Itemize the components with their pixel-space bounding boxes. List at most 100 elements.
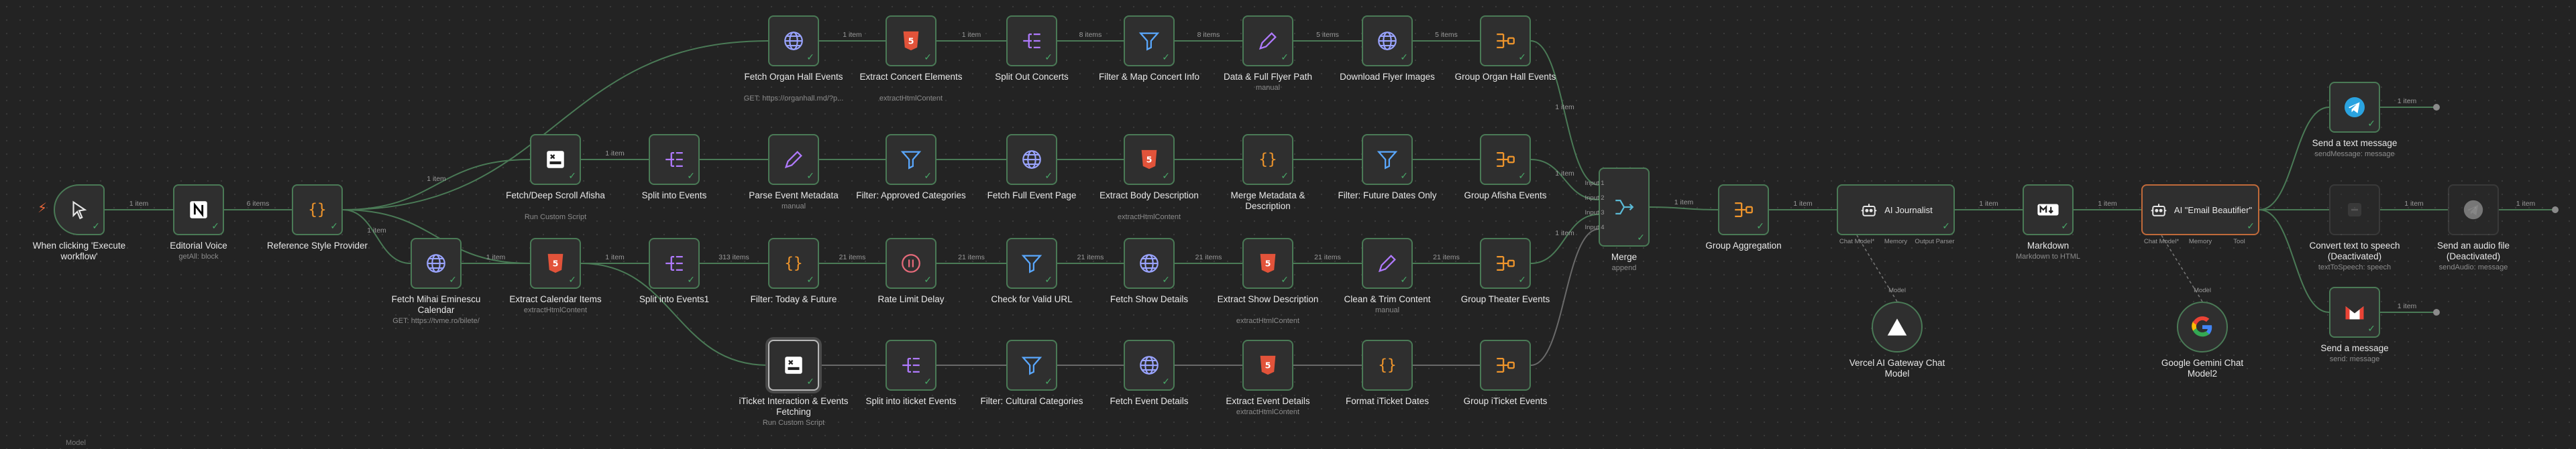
extract-show-node[interactable]: 5 ✓ — [1242, 238, 1293, 289]
trigger-node[interactable]: ✓ — [54, 184, 105, 235]
success-check-icon: ✓ — [2247, 220, 2255, 231]
edge-item-count: 1 item — [2397, 97, 2417, 105]
success-check-icon: ✓ — [568, 170, 576, 181]
group-afisha-node[interactable]: ✓ — [1480, 134, 1531, 185]
data-flyer-node[interactable]: ✓ — [1242, 15, 1293, 66]
node-subtitle: sendMessage: message — [2314, 150, 2395, 158]
split-events-node[interactable]: ✓ — [649, 134, 700, 185]
edge-item-count: 1 item — [2397, 302, 2417, 310]
svg-text:5: 5 — [1146, 155, 1152, 165]
edge-item-count: 1 item — [1555, 170, 1574, 178]
split-events1-node[interactable]: ✓ — [649, 238, 700, 289]
node-subtitle: extractHtmlContent — [1117, 213, 1181, 221]
svg-text:{}: {} — [308, 201, 326, 218]
iticket-node[interactable]: ✓ — [768, 340, 819, 391]
extract-calendar-node[interactable]: 5 ✓ — [530, 238, 581, 289]
output-port[interactable] — [2433, 104, 2440, 111]
agent-port-label: Tool — [2233, 238, 2245, 245]
send-message-node[interactable]: ✓ — [2329, 287, 2380, 338]
convert-tts-node[interactable] — [2329, 184, 2380, 235]
group-iticket-node[interactable] — [1480, 340, 1531, 391]
editorial-node[interactable]: ✓ — [173, 184, 224, 235]
filter-cultural-node[interactable]: ✓ — [1006, 340, 1057, 391]
extract-body-node[interactable]: 5 ✓ — [1124, 134, 1175, 185]
edge-item-count: 1 item — [961, 31, 981, 39]
gemini-model-node[interactable] — [2177, 302, 2228, 352]
connection-edge[interactable] — [342, 159, 531, 210]
node-label: Download Flyer Images — [1340, 72, 1435, 82]
agent-title: AI Journalist — [1884, 204, 1933, 215]
fetch-deep-scroll-node[interactable]: ✓ — [530, 134, 581, 185]
markdown-node[interactable]: ✓ — [2023, 184, 2074, 235]
ai-email-beautifier-node[interactable]: AI "Email Beautifier" ✓ — [2141, 184, 2259, 235]
agent-title: AI "Email Beautifier" — [2174, 204, 2253, 215]
fetch-show-node[interactable]: ✓ — [1124, 238, 1175, 289]
node-label: Group Afisha Events — [1464, 190, 1547, 200]
split-iticket-node[interactable]: ✓ — [885, 340, 936, 391]
edge-item-count: 1 item — [1674, 198, 1694, 206]
node-label: Group Theater Events — [1460, 294, 1550, 304]
extract-concert-node[interactable]: 5 ✓ — [885, 15, 936, 66]
split-concerts-node[interactable]: ✓ — [1006, 15, 1057, 66]
markdown-icon — [2037, 198, 2059, 221]
ai-journalist-node[interactable]: AI Journalist ✓ — [1837, 184, 1955, 235]
parse-meta-node[interactable]: ✓ — [768, 134, 819, 185]
edge-item-count: 1 item — [2516, 200, 2536, 208]
success-check-icon: ✓ — [2061, 220, 2069, 231]
filter-today-node[interactable]: {} ✓ — [768, 238, 819, 289]
edge-item-count: 1 item — [605, 149, 625, 157]
success-check-icon: ✓ — [1400, 170, 1408, 181]
edge-item-count: 1 item — [843, 31, 862, 39]
fetch-full-node[interactable]: ✓ — [1006, 134, 1057, 185]
node-label: Split into Events — [641, 190, 707, 200]
output-port[interactable] — [2552, 206, 2559, 213]
extract-event-node[interactable]: 5 — [1242, 340, 1293, 391]
node-subtitle: manual — [781, 202, 806, 210]
html-icon: 5 — [1138, 148, 1161, 171]
scrape-icon — [544, 148, 567, 171]
node-label: Fetch Mihai Eminescu Calendar — [391, 294, 481, 315]
vercel-model-node[interactable] — [1872, 302, 1923, 352]
code-braces-icon: {} — [306, 198, 329, 221]
group-aggregation-node[interactable]: ✓ — [1718, 184, 1769, 235]
download-flyer-node[interactable]: ✓ — [1362, 15, 1413, 66]
node-subtitle: getAll: block — [178, 253, 219, 261]
connection-edge[interactable] — [1649, 206, 1719, 210]
fetch-organ-node[interactable]: ✓ — [768, 15, 819, 66]
filter-approved-node[interactable]: ✓ — [885, 134, 936, 185]
agent-port-label: Output Parser — [1915, 238, 1955, 245]
check-url-node[interactable]: ✓ — [1006, 238, 1057, 289]
connection-edge[interactable] — [1530, 40, 1599, 186]
filter-future-node[interactable]: ✓ — [1362, 134, 1413, 185]
node-label: Filter: Approved Categories — [856, 190, 966, 200]
node-label: Merge Metadata & Description — [1230, 190, 1305, 211]
group-theater-node[interactable]: ✓ — [1480, 238, 1531, 289]
connection-edge[interactable] — [342, 209, 411, 264]
merge-meta-node[interactable]: {} ✓ — [1242, 134, 1293, 185]
send-audio-node[interactable] — [2448, 184, 2499, 235]
filter-icon — [1138, 29, 1161, 52]
fetch-event-node[interactable]: ✓ — [1124, 340, 1175, 391]
node-label: Filter: Today & Future — [750, 294, 837, 304]
merge-node[interactable]: ✓ — [1599, 168, 1650, 247]
filter-map-node[interactable]: ✓ — [1124, 15, 1175, 66]
success-check-icon: ✓ — [1756, 220, 1764, 231]
node-label: Send a text message — [2312, 138, 2398, 148]
node-label: Fetch Full Event Page — [987, 190, 1077, 200]
edge-item-count: 313 items — [718, 253, 749, 261]
success-check-icon: ✓ — [1162, 376, 1170, 387]
clean-trim-node[interactable]: ✓ — [1362, 238, 1413, 289]
split-icon — [900, 354, 922, 377]
reference-node[interactable]: {} ✓ — [292, 184, 343, 235]
fetch-mihai-node[interactable]: ✓ — [411, 238, 462, 289]
robot-icon — [1859, 200, 1879, 220]
success-check-icon: ✓ — [1044, 52, 1053, 62]
telegram-icon — [2343, 95, 2367, 119]
format-iticket-node[interactable]: {} — [1362, 340, 1413, 391]
code-braces-icon: {} — [1376, 354, 1399, 377]
split-icon — [1020, 29, 1043, 52]
output-port[interactable] — [2433, 309, 2440, 316]
send-text-node[interactable]: ✓ — [2329, 82, 2380, 133]
rate-limit-node[interactable]: ✓ — [885, 238, 936, 289]
group-organ-node[interactable]: ✓ — [1480, 15, 1531, 66]
